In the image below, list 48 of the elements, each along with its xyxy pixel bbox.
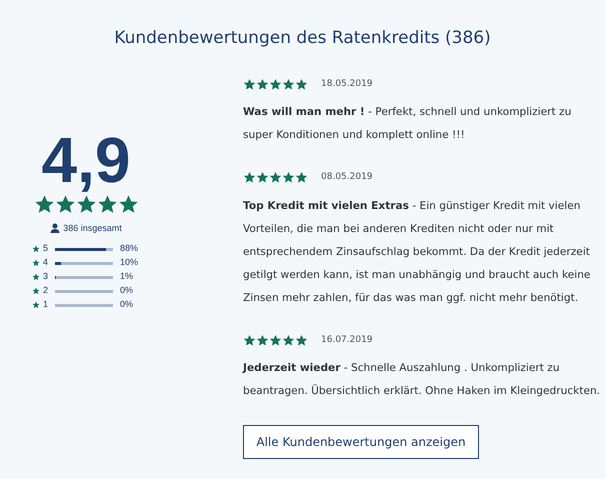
star-icon	[295, 171, 308, 184]
star-icon	[282, 78, 295, 91]
star-icon	[32, 287, 40, 295]
star-icon	[269, 78, 282, 91]
review-text: Top Kredit mit vielen Extras - Ein günstiger Kredit mit vielen Vorteilen, die man bei anderen Krediten nicht oder nur mit entsprechendem Zinsaufschlag bekommt. Da der Kredit jederzeit getilgt werden kann, ist man unabhängig und braucht auch keine Zinsen mehr zahlen, für das was man ggf. nicht mehr benötigt.	[243, 198, 592, 306]
star-icon	[282, 334, 295, 347]
review-count: 386 insgesamt	[63, 222, 122, 235]
star-level-label: 5	[43, 242, 50, 256]
star-icon	[295, 334, 308, 347]
star-icon	[282, 171, 295, 184]
star-icon	[243, 78, 256, 91]
percent-label: 88%	[120, 242, 138, 256]
star-icon	[118, 194, 138, 214]
star-level-label: 2	[43, 284, 50, 298]
percent-label: 0%	[120, 284, 134, 298]
star-icon	[269, 171, 282, 184]
star-icon	[76, 194, 96, 214]
review-date: 08.05.2019	[321, 171, 373, 184]
star-icon	[32, 259, 40, 267]
percent-label: 0%	[120, 298, 134, 312]
review-date: 16.07.2019	[321, 334, 373, 346]
star-level-label: 3	[43, 270, 50, 284]
person-icon	[50, 223, 60, 234]
star-icon	[269, 334, 282, 347]
star-icon	[32, 245, 40, 253]
review-text: Jederzeit wieder - Schnelle Auszahlung . Unkompliziert zu beantragen. Übersichtlich erklärt. Ohne Haken im Kleingedruckten.	[243, 361, 602, 399]
star-icon	[295, 78, 308, 91]
percent-label: 10%	[120, 256, 138, 270]
rating-bar	[55, 304, 113, 306]
review-text: Was will man mehr ! - Perfekt, schnell und unkompliziert zu super Konditionen und komplett online !!!	[243, 105, 572, 143]
star-icon	[96, 194, 118, 214]
star-icon	[256, 171, 269, 184]
percent-label: 1%	[120, 270, 134, 284]
star-level-label: 4	[43, 256, 50, 270]
review-date: 18.05.2019	[321, 78, 373, 90]
rating-bar	[55, 290, 113, 292]
star-icon	[256, 78, 269, 91]
show-all-reviews-button[interactable]: Alle Kundenbewertungen anzeigen	[243, 425, 479, 459]
star-icon	[243, 171, 256, 184]
star-icon	[256, 334, 269, 347]
star-icon	[32, 273, 40, 281]
star-level-label: 1	[43, 298, 50, 312]
star-icon	[54, 194, 76, 214]
rating-score: 4,9	[42, 128, 130, 192]
star-icon	[34, 194, 54, 214]
section-title: Kundenbewertungen des Ratenkredits (386)	[114, 27, 491, 50]
star-icon	[243, 334, 256, 347]
star-icon	[32, 301, 40, 309]
